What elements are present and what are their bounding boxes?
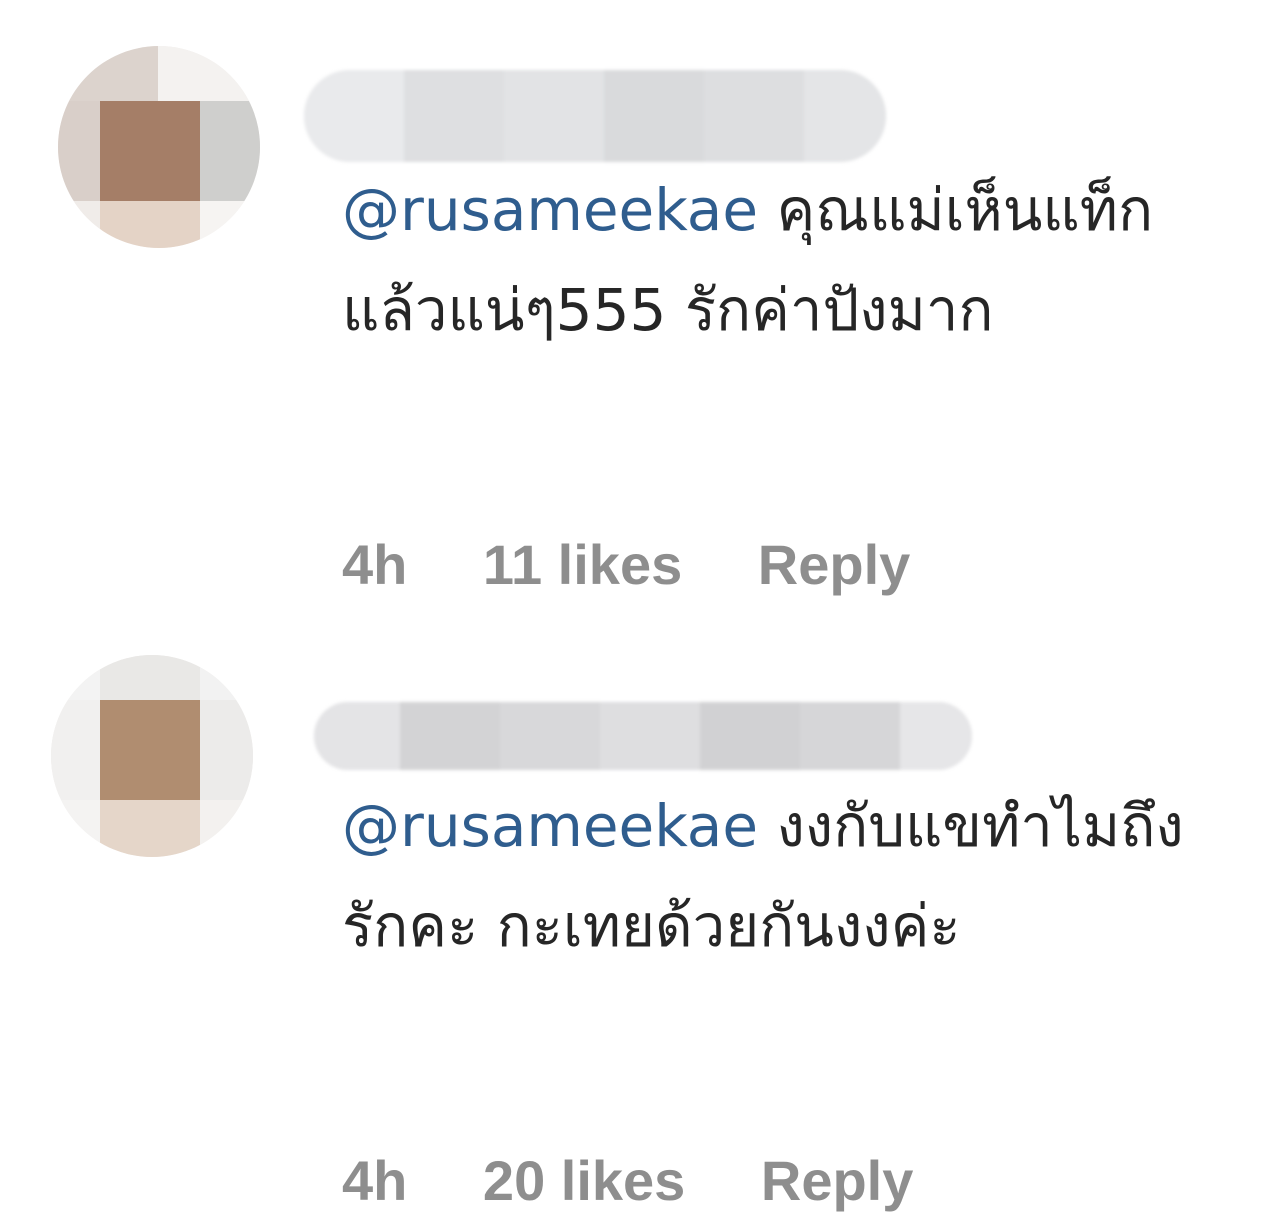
reply-button[interactable]: Reply: [761, 1148, 914, 1213]
reply-button[interactable]: Reply: [758, 532, 911, 597]
likes-count[interactable]: 20 likes: [483, 1148, 685, 1213]
comment-meta: 4h 20 likes Reply: [342, 1148, 973, 1213]
timestamp: 4h: [342, 533, 408, 596]
mention-link[interactable]: @rusameekae: [342, 792, 758, 860]
comment-text: @rusameekae คุณแม่เห็นแท็กแล้วแน่ๆ555 รั…: [342, 160, 1222, 360]
comment-text: @rusameekae งงกับแขทำไมถึงรักคะ กะเทยด้ว…: [342, 776, 1222, 976]
avatar[interactable]: [58, 46, 260, 248]
timestamp: 4h: [342, 1149, 408, 1212]
username-blurred[interactable]: [304, 70, 886, 162]
mention-link[interactable]: @rusameekae: [342, 176, 758, 244]
comment-meta: 4h 11 likes Reply: [342, 532, 970, 597]
username-blurred[interactable]: [314, 702, 972, 770]
avatar[interactable]: [51, 655, 253, 857]
likes-count[interactable]: 11 likes: [483, 532, 682, 597]
